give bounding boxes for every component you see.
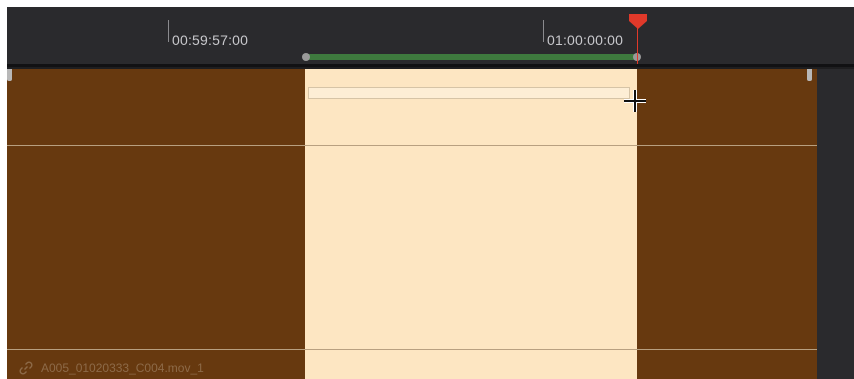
track-end-area (817, 69, 854, 379)
timecode-ruler[interactable]: 00:59:57:00 01:00:00:00 (7, 7, 854, 67)
timecode-label: 01:00:00:00 (547, 32, 624, 48)
link-icon (19, 361, 33, 375)
clip-right-edge-handle[interactable] (807, 69, 812, 81)
ruler-divider (7, 64, 854, 67)
clip-left-edge-handle[interactable] (7, 69, 12, 81)
selected-range[interactable] (305, 69, 637, 379)
ruler-tick (543, 20, 544, 42)
clip-label: A005_01020333_C004.mov_1 (19, 359, 204, 377)
timeline-panel: 00:59:57:00 01:00:00:00 A005_01020333_C0… (7, 7, 854, 379)
in-point-handle[interactable] (302, 53, 310, 61)
in-out-range-bar[interactable] (307, 54, 637, 60)
timecode-label: 00:59:57:00 (172, 32, 249, 48)
trim-cursor-icon (623, 89, 647, 113)
edit-range-box[interactable] (308, 87, 630, 99)
ruler-tick (168, 20, 169, 42)
track-guide-line (7, 145, 817, 146)
clip-name: A005_01020333_C004.mov_1 (41, 361, 204, 375)
track-guide-line (7, 349, 817, 350)
